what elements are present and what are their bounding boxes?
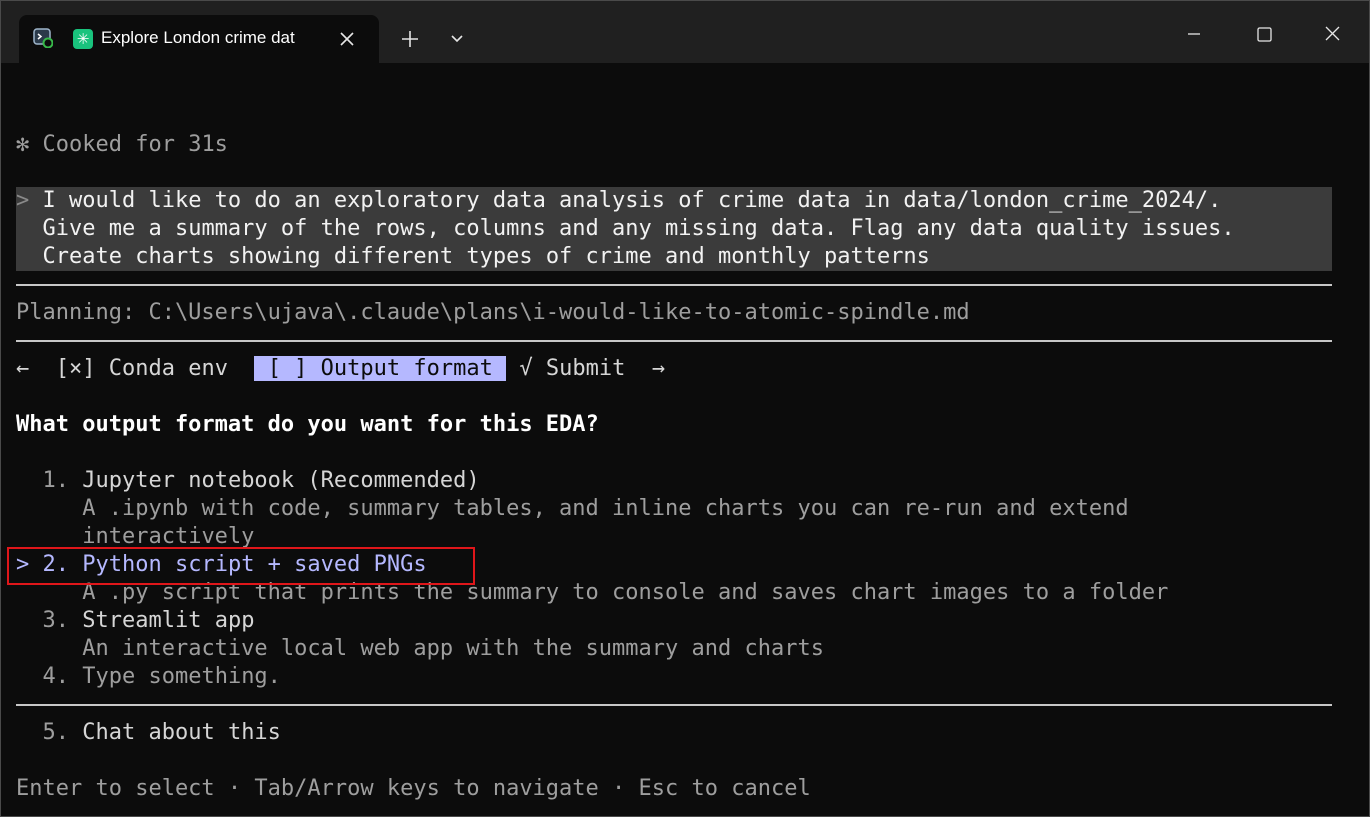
arrow-left-icon[interactable]: ← [16,356,29,381]
maximize-button[interactable] [1247,19,1281,49]
divider [16,284,1332,286]
option-4-label: Type something. [82,664,281,689]
planning-path: Planning: C:\Users\ujava\.claude\plans\i… [16,300,970,325]
close-window-button[interactable] [1315,19,1349,49]
title-bar: ✳ Explore London crime dat [1,1,1369,63]
chevron-down-icon[interactable] [443,25,471,53]
prompt-line-2: Give me a summary of the rows, columns a… [42,216,1235,241]
spinner-icon: ✻ [16,132,30,157]
prompt-line-3: Create charts showing different types of… [42,244,930,269]
question-text: What output format do you want for this … [16,412,599,437]
divider [16,340,1332,342]
new-tab-button[interactable] [393,25,427,53]
option-5-label: Chat about this [82,720,281,745]
option-4[interactable]: 4. Type something. [16,663,281,691]
status-line: ✻ Cooked for 31s [16,131,228,159]
option-1[interactable]: 1. Jupyter notebook (Recommended) [16,467,480,495]
terminal-app-icon [33,28,54,49]
terminal-content: ✻ Cooked for 31s > I would like to do an… [1,63,1369,816]
step-submit[interactable]: √ Submit [519,356,625,381]
tab-active[interactable]: ✳ Explore London crime dat [19,15,379,63]
close-tab-icon[interactable] [333,25,361,53]
option-1-label: Jupyter notebook (Recommended) [82,468,480,493]
terminal-window: ✳ Explore London crime dat ✻ Cooked for … [0,0,1370,817]
step-conda-env[interactable]: [×] Conda env [56,356,228,381]
status-text: Cooked for 31s [42,132,228,157]
prompt-marker: > [16,188,30,213]
tab-title: Explore London crime dat [101,28,295,47]
step-navigation: ← [×] Conda env [ ] Output format √ Subm… [16,355,665,383]
highlight-annotation [7,547,475,585]
user-prompt: > I would like to do an exploratory data… [16,187,1332,271]
divider [16,704,1332,706]
option-1-description: A .ipynb with code, summary tables, and … [82,496,1129,521]
option-3-description: An interactive local web app with the su… [82,636,824,661]
option-5[interactable]: 5. Chat about this [16,719,281,747]
keyboard-hint: Enter to select · Tab/Arrow keys to navi… [16,776,811,801]
option-3-label: Streamlit app [82,608,255,633]
claude-icon: ✳ [73,29,93,49]
minimize-button[interactable] [1177,19,1211,49]
step-output-format[interactable]: [ ] Output format [254,356,507,381]
option-3[interactable]: 3. Streamlit app [16,607,255,635]
prompt-line-1: I would like to do an exploratory data a… [42,188,1222,213]
arrow-right-icon[interactable]: → [652,356,665,381]
